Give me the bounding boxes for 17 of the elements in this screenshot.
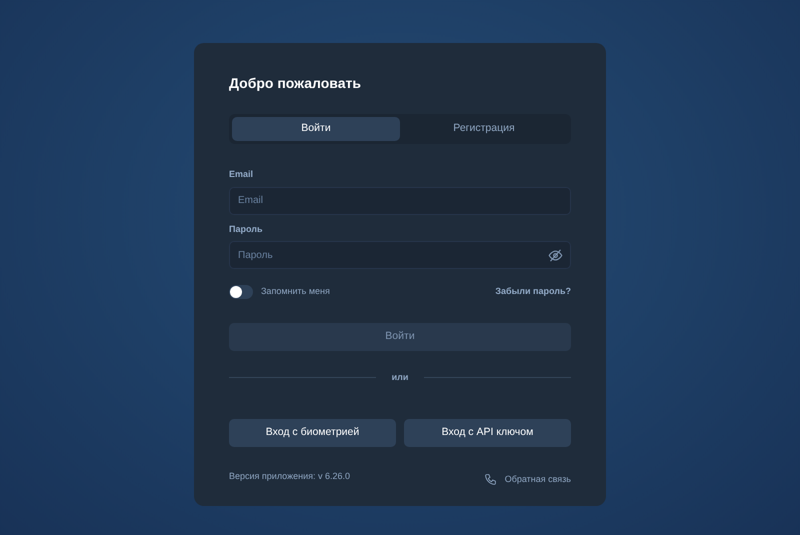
toggle-switch[interactable] — [229, 285, 253, 299]
login-option-button[interactable]: Вход с API ключом — [404, 418, 571, 446]
field-label: Email — [229, 168, 254, 181]
version-text: Версия приложения: v 6.26.0 — [229, 470, 350, 483]
eye-slash-icon[interactable] — [548, 248, 563, 263]
tab[interactable]: Войти — [232, 117, 400, 141]
feedback-link[interactable]: Обратная связь — [504, 472, 571, 486]
phone-icon[interactable] — [484, 472, 497, 486]
heading: Добро пожаловать — [229, 74, 362, 93]
input-field[interactable]: Пароль — [229, 241, 571, 269]
forgot-password-link[interactable]: Забыли пароль? — [495, 285, 571, 299]
remember-label: Запомнить меня — [261, 285, 330, 298]
input-field[interactable]: Email — [229, 186, 571, 214]
login-option-button[interactable]: Вход с биометрией — [229, 418, 396, 446]
field-label: Пароль — [229, 222, 264, 236]
tab[interactable]: Регистрация — [400, 117, 568, 141]
divider-label: или — [392, 371, 408, 384]
